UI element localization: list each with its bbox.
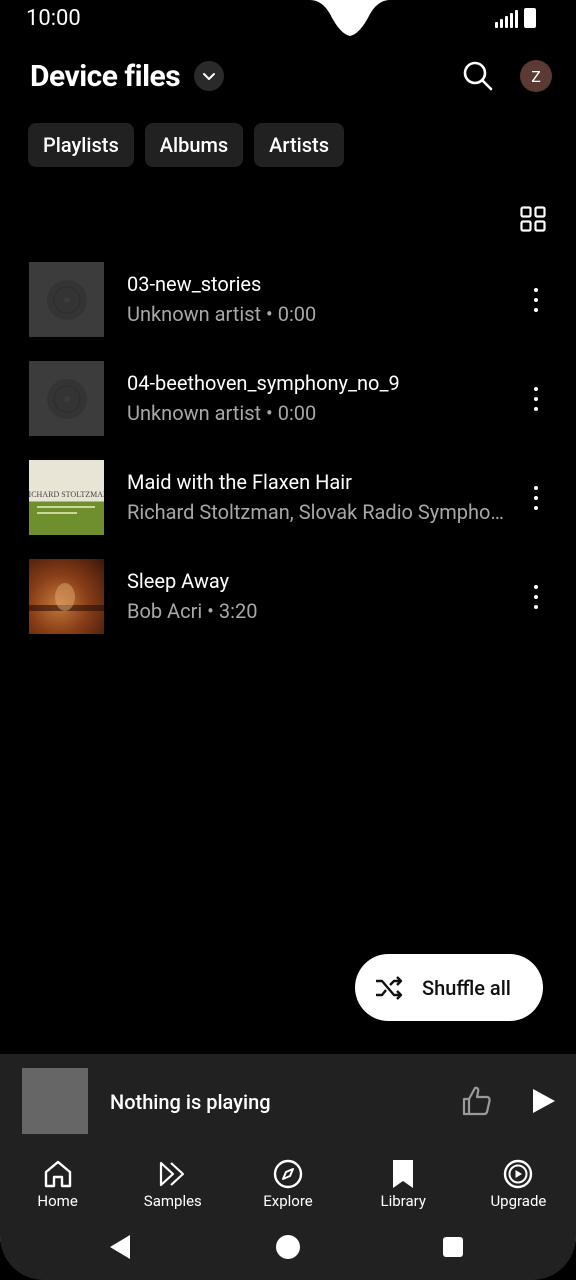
samples-icon bbox=[159, 1161, 184, 1187]
chip-playlists[interactable]: Playlists bbox=[28, 123, 134, 167]
search-icon bbox=[463, 61, 493, 91]
frame-top-edge bbox=[0, 0, 576, 40]
list-item[interactable]: Sleep Away Bob Acri • 3:20 bbox=[0, 547, 576, 646]
search-button[interactable] bbox=[458, 56, 498, 96]
track-title: 04-beethoven_symphony_no_9 bbox=[127, 371, 400, 395]
nav-item-samples[interactable]: Samples bbox=[115, 1146, 230, 1216]
track-subtitle: Bob Acri • 3:20 bbox=[127, 599, 258, 623]
more-options-icon[interactable] bbox=[526, 288, 546, 312]
album-cover-richard-stoltzman: RICHARD STOLTZMAN bbox=[29, 460, 104, 535]
page-title: Device files bbox=[30, 58, 181, 94]
list-item[interactable]: RICHARD STOLTZMAN Maid with the Flaxen H… bbox=[0, 448, 576, 547]
disc-icon bbox=[46, 279, 87, 320]
shuffle-icon bbox=[376, 975, 403, 1000]
thumbs-up-icon[interactable] bbox=[460, 1084, 494, 1118]
app-screen: 10:00 Device files Z Playlists Albums Ar… bbox=[0, 0, 576, 1280]
upgrade-icon bbox=[504, 1159, 533, 1189]
grid-view-icon[interactable] bbox=[520, 206, 546, 232]
shuffle-all-button[interactable]: Shuffle all bbox=[355, 954, 543, 1021]
mini-player-artwork bbox=[22, 1068, 88, 1134]
play-icon[interactable] bbox=[528, 1086, 558, 1116]
nav-item-upgrade[interactable]: Upgrade bbox=[461, 1146, 576, 1216]
more-options-icon[interactable] bbox=[526, 486, 546, 510]
shuffle-all-label: Shuffle all bbox=[422, 975, 511, 1000]
bottom-navigation: Home Samples Explore Library Upgrade bbox=[0, 1146, 576, 1216]
title-dropdown-button[interactable] bbox=[194, 61, 225, 91]
chip-albums[interactable]: Albums bbox=[144, 123, 244, 167]
nav-item-home[interactable]: Home bbox=[0, 1146, 115, 1216]
header: Device files Z bbox=[30, 54, 552, 98]
mini-player[interactable]: Nothing is playing bbox=[0, 1054, 576, 1146]
nav-label-samples: Samples bbox=[143, 1192, 202, 1210]
nav-label-home: Home bbox=[37, 1192, 78, 1210]
nav-item-explore[interactable]: Explore bbox=[230, 1146, 345, 1216]
disc-icon bbox=[46, 378, 87, 419]
album-cover-bob-acri bbox=[29, 559, 104, 634]
filter-chips: Playlists Albums Artists bbox=[28, 123, 344, 167]
list-item[interactable]: 04-beethoven_symphony_no_9 Unknown artis… bbox=[0, 349, 576, 448]
avatar[interactable]: Z bbox=[520, 60, 552, 92]
list-item[interactable]: 03-new_stories Unknown artist • 0:00 bbox=[0, 250, 576, 349]
track-title: Maid with the Flaxen Hair bbox=[127, 470, 352, 494]
track-subtitle: Richard Stoltzman, Slovak Radio Symphony… bbox=[127, 500, 507, 524]
mini-player-title: Nothing is playing bbox=[110, 1090, 271, 1114]
nav-label-library: Library bbox=[380, 1192, 426, 1210]
frame-bottom-edge bbox=[0, 1236, 576, 1280]
track-list: 03-new_stories Unknown artist • 0:00 04-… bbox=[0, 250, 576, 646]
chip-artists[interactable]: Artists bbox=[254, 123, 344, 167]
track-title: Sleep Away bbox=[127, 569, 230, 593]
track-subtitle: Unknown artist • 0:00 bbox=[127, 401, 317, 425]
nav-label-upgrade: Upgrade bbox=[490, 1192, 547, 1210]
nav-item-library[interactable]: Library bbox=[346, 1146, 461, 1216]
album-art-text: RICHARD STOLTZMAN bbox=[29, 490, 104, 499]
library-icon bbox=[393, 1160, 414, 1188]
nav-label-explore: Explore bbox=[263, 1192, 313, 1210]
placeholder-disc-art bbox=[29, 262, 104, 337]
track-subtitle: Unknown artist • 0:00 bbox=[127, 302, 317, 326]
track-title: 03-new_stories bbox=[127, 272, 262, 296]
placeholder-disc-art bbox=[29, 361, 104, 436]
more-options-icon[interactable] bbox=[526, 387, 546, 411]
home-icon bbox=[44, 1160, 71, 1188]
explore-icon bbox=[273, 1159, 303, 1189]
chevron-down-icon bbox=[203, 73, 216, 80]
more-options-icon[interactable] bbox=[526, 585, 546, 609]
